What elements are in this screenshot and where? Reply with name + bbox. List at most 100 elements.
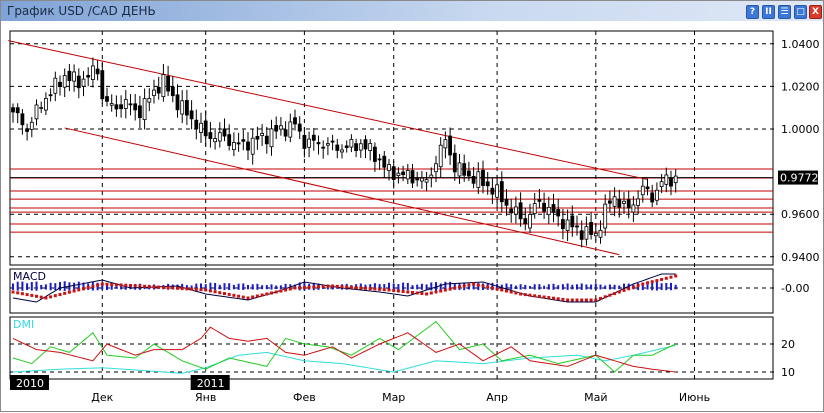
candle-body	[53, 77, 58, 94]
macd-label: MACD	[13, 270, 46, 283]
menu-button[interactable]: ☰	[778, 5, 791, 19]
macd-signal-dot	[599, 296, 602, 300]
candle-body	[194, 119, 199, 130]
candle-body	[669, 177, 673, 187]
candle-body	[509, 208, 514, 214]
macd-histogram-bar	[12, 283, 14, 290]
macd-histogram-bar	[590, 284, 593, 290]
candle-body	[434, 163, 438, 173]
macd-signal-dot	[594, 298, 598, 302]
macd-histogram-bar	[26, 283, 29, 291]
macd-histogram-bar	[261, 285, 264, 290]
candle-body	[208, 132, 213, 139]
macd-signal-dot	[434, 290, 438, 294]
candle-body	[424, 179, 429, 183]
candle-body	[542, 202, 546, 212]
candle-body	[189, 110, 194, 120]
macd-histogram-bar	[571, 284, 574, 290]
candle-body	[514, 206, 518, 215]
macd-signal-dot	[180, 287, 184, 291]
candle-body	[44, 97, 48, 111]
macd-histogram-bar	[425, 284, 428, 290]
macd-signal-dot	[44, 296, 48, 300]
close-button[interactable]: X	[809, 5, 822, 19]
macd-histogram-bar	[646, 284, 649, 290]
macd-signal-dot	[105, 282, 109, 286]
candle-body	[636, 198, 640, 206]
macd-histogram-bar	[242, 283, 245, 290]
candle-body	[476, 171, 481, 188]
macd-signal-dot	[190, 287, 194, 291]
candle-body	[274, 124, 279, 132]
dmi-tick-label: 10	[781, 366, 795, 379]
candle-body	[293, 117, 297, 125]
candle-body	[246, 141, 250, 151]
macd-signal-dot	[138, 284, 142, 288]
candle-body	[58, 81, 62, 87]
candle-body	[114, 104, 119, 110]
macd-histogram-bar	[54, 283, 57, 291]
candle-body	[11, 107, 15, 113]
macd-histogram-bar	[228, 283, 231, 291]
year-label: 2010	[16, 377, 44, 390]
macd-signal-dot	[133, 284, 137, 288]
maximize-button[interactable]: □	[794, 5, 807, 19]
title-bar[interactable]: График USD /CAD ДЕНЬ ? II ☰ □ X	[1, 1, 823, 21]
macd-signal-dot	[556, 297, 560, 301]
macd-signal-dot	[53, 294, 57, 298]
candle-body	[448, 135, 453, 156]
macd-signal-dot	[542, 295, 546, 299]
candle-body	[377, 158, 382, 161]
candle-body	[20, 113, 25, 126]
candle-body	[302, 134, 307, 149]
macd-signal-dot	[401, 290, 405, 293]
macd-signal-dot	[660, 277, 664, 281]
macd-histogram-bar	[232, 284, 235, 290]
macd-signal-dot	[589, 298, 593, 302]
candle-body	[617, 198, 622, 208]
price-chart[interactable]: 1.04001.02001.00000.96000.9400-0.0020100…	[1, 21, 824, 413]
macd-signal-dot	[152, 285, 156, 289]
macd-signal-dot	[204, 288, 208, 292]
candle-body	[626, 199, 631, 209]
macd-histogram-bar	[416, 284, 419, 290]
candle-body	[598, 229, 603, 238]
macd-signal-dot	[674, 274, 678, 278]
macd-histogram-bar	[576, 284, 578, 290]
candle-body	[485, 181, 490, 187]
candle-body	[34, 104, 39, 120]
candle-body	[622, 200, 626, 204]
candle-body	[180, 100, 185, 115]
macd-signal-dot	[86, 286, 90, 289]
help-button[interactable]: ?	[746, 5, 759, 19]
macd-signal-dot	[119, 283, 123, 287]
macd-histogram-bar	[73, 282, 76, 291]
candle-body	[570, 215, 575, 228]
candle-body	[255, 135, 260, 140]
macd-signal-dot	[20, 292, 24, 296]
candle-body	[396, 172, 401, 176]
macd-histogram-bar	[49, 282, 52, 291]
candle-body	[330, 140, 335, 143]
macd-signal-dot	[547, 296, 551, 300]
macd-histogram-bar	[402, 282, 405, 291]
macd-signal-dot	[472, 282, 476, 286]
macd-signal-dot	[411, 291, 414, 294]
macd-signal-dot	[124, 283, 128, 287]
month-label: Апр	[486, 391, 508, 404]
candle-body	[25, 128, 30, 132]
macd-signal-dot	[331, 284, 335, 288]
candle-body	[546, 206, 551, 216]
macd-signal-dot	[67, 290, 71, 294]
macd-signal-dot	[382, 288, 386, 292]
candle-body	[199, 122, 203, 133]
macd-signal-dot	[58, 293, 62, 296]
candle-body	[119, 104, 123, 110]
candle-body	[213, 138, 218, 143]
current-price-label: 0.9772	[780, 172, 819, 185]
macd-signal-dot	[302, 286, 306, 289]
macd-signal-dot	[368, 287, 372, 291]
pause-button[interactable]: II	[762, 5, 775, 19]
candle-body	[584, 226, 589, 240]
window-title: График USD /CAD ДЕНЬ	[7, 4, 156, 18]
